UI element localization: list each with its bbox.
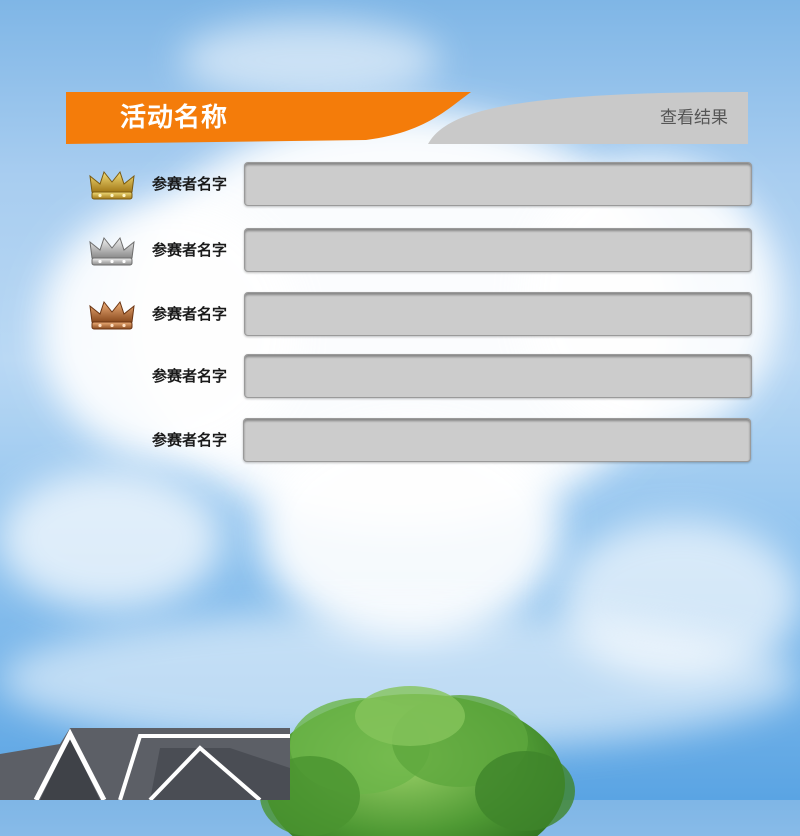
score-bar	[244, 228, 752, 272]
contestant-name: 参赛者名字	[151, 431, 227, 449]
contestant-list: 参赛者名字 参赛者名字 参赛者名字 参赛者名字 参赛者名字	[0, 0, 800, 800]
contestant-name: 参赛者名字	[151, 367, 227, 385]
contestant-row: 参赛者名字	[86, 354, 754, 398]
score-bar	[244, 354, 752, 398]
score-bar	[244, 292, 752, 336]
tree-illustration	[260, 686, 575, 836]
contestant-row: 参赛者名字	[86, 292, 754, 336]
contestant-row: 参赛者名字	[86, 418, 754, 462]
score-bar	[243, 418, 751, 462]
contestant-name: 参赛者名字	[151, 241, 227, 259]
contestant-row: 参赛者名字	[86, 228, 754, 272]
contestant-name: 参赛者名字	[151, 305, 227, 323]
contestant-name: 参赛者名字	[151, 175, 227, 193]
house-roof-illustration	[0, 728, 290, 800]
score-bar	[244, 162, 752, 206]
contestant-row: 参赛者名字	[86, 162, 754, 206]
